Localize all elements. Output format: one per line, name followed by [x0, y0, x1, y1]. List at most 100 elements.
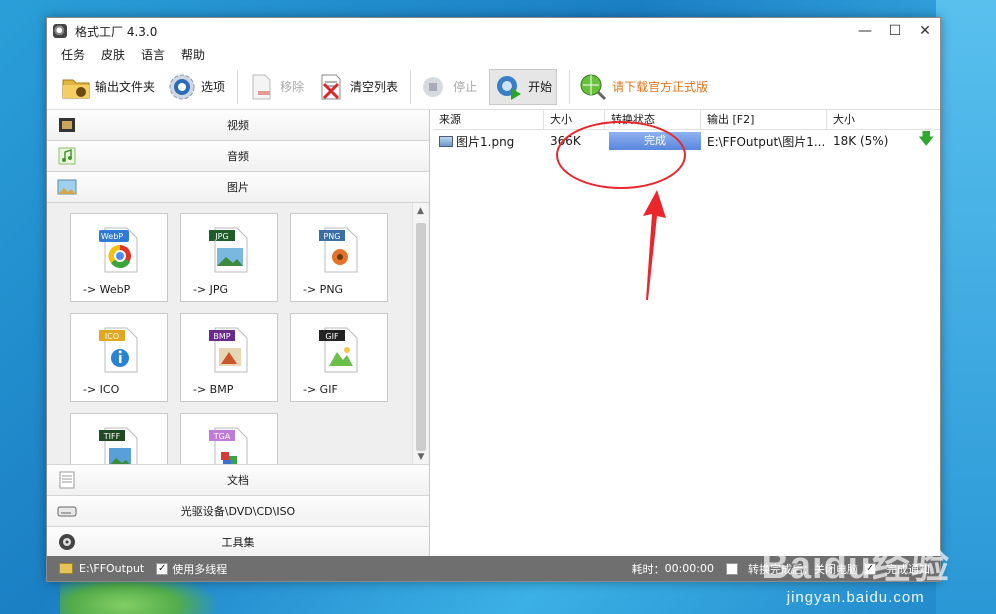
header-output[interactable]: 输出 [F2] — [701, 110, 827, 129]
download-arrow-icon: 🡇 — [918, 128, 935, 148]
watermark-logo: Baidu经验 — [761, 545, 950, 587]
format-label-webp: -> WebP — [83, 283, 131, 296]
row-output-size: 18K — [833, 134, 857, 148]
elapsed-value: 00:00:00 — [664, 562, 714, 575]
shutdown-checkbox[interactable] — [726, 562, 738, 575]
format-tile-webp[interactable]: WebP -> WebP — [70, 213, 168, 302]
menu-help[interactable]: 帮助 — [181, 46, 205, 63]
globe-search-icon — [578, 72, 608, 102]
start-label: 开始 — [528, 80, 553, 94]
category-video[interactable]: 视频 — [47, 110, 429, 141]
options-button[interactable]: 选项 — [167, 72, 225, 102]
menu-language[interactable]: 语言 — [141, 46, 165, 63]
remove-label: 移除 — [280, 80, 305, 94]
jpg-file-icon: JPG — [209, 226, 251, 274]
clear-list-icon — [316, 72, 346, 102]
format-tile-png[interactable]: PNG -> PNG — [290, 213, 388, 302]
multithread-checkbox[interactable]: ✓ — [156, 562, 169, 575]
row-output: E:\FFOutput\图片1... — [707, 134, 826, 149]
row-source: 图片1.png — [456, 134, 515, 149]
category-document[interactable]: 文档 — [47, 465, 429, 496]
output-path[interactable]: E:\FFOutput — [79, 562, 144, 575]
annotation-circle — [556, 121, 686, 189]
format-badge-webp: WebP — [101, 232, 123, 241]
format-badge-gif: GIF — [325, 332, 339, 341]
row-open-output[interactable]: 🡇 — [912, 128, 938, 155]
png-file-icon: PNG — [319, 226, 361, 274]
maximize-button[interactable]: ☐ — [880, 18, 910, 44]
category-disc-label: 光驱设备\DVD\CD\ISO — [180, 505, 296, 518]
category-tools[interactable]: 工具集 — [47, 527, 429, 558]
category-audio[interactable]: 音频 — [47, 141, 429, 172]
row-ratio: (5%) — [859, 134, 889, 148]
format-badge-jpg: JPG — [214, 232, 228, 241]
options-label: 选项 — [201, 80, 226, 94]
clear-list-button[interactable]: 清空列表 — [316, 72, 398, 102]
app-window: 格式工厂 4.3.0 — ☐ ✕ 任务 皮肤 语言 帮助 输出文件夹 选项 移除… — [46, 17, 941, 582]
remove-button[interactable]: 移除 — [246, 72, 304, 102]
toolbar-separator — [569, 69, 571, 104]
format-tile-tga[interactable]: TGA — [180, 413, 278, 464]
remove-document-icon — [246, 72, 276, 102]
ico-file-icon: ICO — [99, 326, 141, 374]
category-tools-label: 工具集 — [221, 536, 255, 549]
stop-button[interactable]: 停止 — [419, 72, 477, 102]
format-tile-bmp[interactable]: BMP -> BMP — [180, 313, 278, 402]
category-audio-label: 音频 — [227, 150, 249, 163]
category-panel: 视频 音频 图片 WebP -> WebP JPG -> JPG PNG -> … — [47, 110, 430, 558]
image-grid-scrollbar[interactable]: ▲ ▼ — [412, 203, 429, 464]
format-badge-bmp: BMP — [213, 332, 230, 341]
image-file-icon — [439, 135, 453, 147]
menu-task[interactable]: 任务 — [61, 46, 85, 63]
scroll-up-icon[interactable]: ▲ — [413, 203, 428, 219]
format-tile-ico[interactable]: ICO -> ICO — [70, 313, 168, 402]
header-source[interactable]: 来源 — [433, 110, 544, 129]
gif-file-icon: GIF — [319, 326, 361, 374]
gear-icon — [167, 72, 197, 102]
picture-icon — [57, 177, 77, 197]
menu-skin[interactable]: 皮肤 — [101, 46, 125, 63]
toolbar-separator — [237, 69, 239, 104]
download-official-label: 请下载官方正式版 — [612, 80, 709, 94]
category-image-label: 图片 — [227, 181, 249, 194]
annotation-arrow-icon — [643, 190, 666, 300]
category-document-label: 文档 — [227, 474, 249, 487]
format-tile-gif[interactable]: GIF -> GIF — [290, 313, 388, 402]
task-table-header: 来源 大小 转换状态 输出 [F2] 大小 — [433, 110, 940, 130]
table-row[interactable]: 图片1.png 366K 完成 E:\FFOutput\图片1... 18K (… — [433, 128, 940, 155]
format-label-ico: -> ICO — [83, 383, 120, 396]
start-button[interactable]: 开始 — [489, 68, 558, 105]
desktop-background — [936, 0, 996, 614]
output-folder-button[interactable]: 输出文件夹 — [61, 72, 155, 102]
image-format-grid: WebP -> WebP JPG -> JPG PNG -> PNG ICO -… — [47, 203, 429, 465]
film-icon — [57, 115, 77, 135]
close-button[interactable]: ✕ — [910, 18, 940, 44]
bmp-file-icon: BMP — [209, 326, 251, 374]
format-label-bmp: -> BMP — [193, 383, 234, 396]
stop-label: 停止 — [453, 80, 478, 94]
document-icon — [57, 470, 77, 490]
format-tile-tiff[interactable]: TIFF — [70, 413, 168, 464]
music-note-icon — [57, 146, 77, 166]
window-controls: — ☐ ✕ — [850, 18, 940, 44]
toolbar-separator — [410, 69, 412, 104]
minimize-button[interactable]: — — [850, 18, 880, 44]
start-icon — [494, 72, 524, 102]
stop-icon — [419, 72, 449, 102]
window-title: 格式工厂 4.3.0 — [75, 24, 158, 39]
webp-file-icon: WebP — [99, 226, 141, 274]
elapsed-label: 耗时： — [631, 562, 665, 576]
tiff-file-icon: TIFF — [99, 426, 141, 464]
output-folder-label: 输出文件夹 — [95, 80, 156, 94]
category-image[interactable]: 图片 — [47, 172, 429, 203]
category-disc[interactable]: 光驱设备\DVD\CD\ISO — [47, 496, 429, 527]
folder-icon — [61, 72, 91, 102]
category-video-label: 视频 — [227, 119, 249, 132]
scroll-down-icon[interactable]: ▼ — [413, 449, 429, 464]
watermark-url: jingyan.baidu.com — [786, 589, 925, 606]
scroll-thumb[interactable] — [416, 223, 426, 451]
format-tile-jpg[interactable]: JPG -> JPG — [180, 213, 278, 302]
header-output-size[interactable]: 大小 — [827, 110, 940, 129]
download-official-button[interactable]: 请下载官方正式版 — [578, 72, 708, 102]
clear-list-label: 清空列表 — [350, 80, 399, 94]
